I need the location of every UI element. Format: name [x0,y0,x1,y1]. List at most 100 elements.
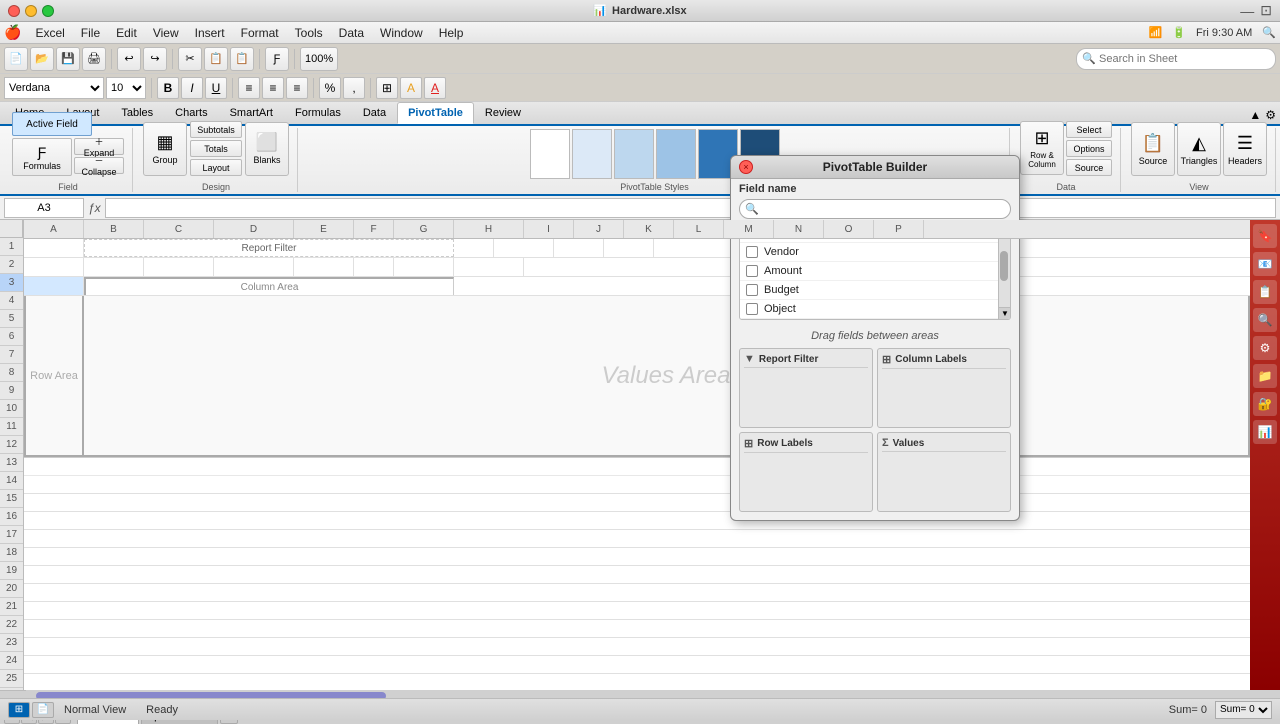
bold-btn[interactable]: B [157,77,179,99]
cell-a1[interactable] [24,239,84,257]
formula-btn[interactable]: Ƒ [265,47,289,71]
field-checkbox-object[interactable] [746,303,758,315]
col-header-h[interactable]: H [454,220,524,238]
col-header-j[interactable]: J [574,220,624,238]
col-header-n[interactable]: N [774,220,824,238]
sidebar-icon-4[interactable]: 🔍 [1253,308,1277,332]
sidebar-icon-2[interactable]: 📧 [1253,252,1277,276]
window-controls[interactable] [8,5,54,17]
redo-btn[interactable]: ↪ [143,47,167,71]
cell-d2[interactable] [214,258,294,276]
empty-cell[interactable] [24,458,1250,476]
underline-btn[interactable]: U [205,77,227,99]
menu-view[interactable]: View [145,24,187,42]
pivot-builder-close-btn[interactable]: × [739,160,753,174]
comma-btn[interactable]: , [343,77,365,99]
cell-a3[interactable] [24,277,84,295]
undo-btn[interactable]: ↩ [117,47,141,71]
menu-excel[interactable]: Excel [27,24,72,42]
cell-g2[interactable] [394,258,454,276]
expand-btn[interactable]: ＋ Expand [74,138,124,155]
headers-btn[interactable]: ☰ Headers [1223,122,1267,176]
sidebar-icon-8[interactable]: 📊 [1253,420,1277,444]
sidebar-icon-1[interactable]: 🔖 [1253,224,1277,248]
fullscreen-icon[interactable]: ⊡ [1260,2,1272,19]
pivot-builder-titlebar[interactable]: × PivotTable Builder [731,156,1019,179]
page-layout-btn[interactable]: 📄 [32,702,54,718]
style-4[interactable] [656,129,696,179]
pivot-search-input[interactable] [739,199,1011,219]
zoom-btn[interactable]: 100% [300,47,338,71]
name-box[interactable] [4,198,84,218]
cell-f2[interactable] [354,258,394,276]
border-btn[interactable]: ⊞ [376,77,398,99]
open-btn[interactable]: 📂 [30,47,54,71]
tab-pivottable[interactable]: PivotTable [397,102,474,124]
menu-help[interactable]: Help [431,24,472,42]
cell-b1[interactable]: Report Filter [84,239,454,257]
pivot-area-column-labels[interactable]: ⊞ Column Labels [877,348,1011,428]
menu-tools[interactable]: Tools [287,24,331,42]
cell-i1[interactable] [604,239,654,257]
group-btn[interactable]: ▦ Group [143,122,187,176]
layout-btn[interactable]: Layout [190,159,242,176]
italic-btn[interactable]: I [181,77,203,99]
col-header-c[interactable]: C [144,220,214,238]
cell-g1[interactable] [494,239,554,257]
row-column-btn[interactable]: ⊞ Row & Column [1020,121,1064,175]
spotlight-icon[interactable]: 🔍 [1262,26,1276,39]
scroll-down-btn[interactable]: ▼ [999,307,1011,319]
align-right-btn[interactable]: ≡ [286,77,308,99]
col-header-i[interactable]: I [524,220,574,238]
print-btn[interactable]: 🖨 [82,47,106,71]
col-header-a[interactable]: A [24,220,84,238]
align-center-btn[interactable]: ≡ [262,77,284,99]
select-btn[interactable]: Select [1066,121,1112,138]
fill-btn[interactable]: A [400,77,422,99]
new-btn[interactable]: 📄 [4,47,28,71]
blanks-btn[interactable]: ⬜ Blanks [245,122,289,176]
tab-review[interactable]: Review [474,102,532,124]
tab-formulas[interactable]: Formulas [284,102,352,124]
sidebar-icon-3[interactable]: 📋 [1253,280,1277,304]
font-size-select[interactable]: 10 [106,77,146,99]
save-btn[interactable]: 💾 [56,47,80,71]
formulas-btn[interactable]: Ƒ Formulas [12,138,72,176]
col-header-b[interactable]: B [84,220,144,238]
pivot-area-report-filter[interactable]: ▼ Report Filter [739,348,873,428]
active-field-btn[interactable]: Active Field [12,112,92,136]
col-header-k[interactable]: K [624,220,674,238]
col-header-p[interactable]: P [874,220,924,238]
normal-view-btn[interactable]: ⊞ [8,702,30,718]
menu-insert[interactable]: Insert [187,24,233,42]
collapse-btn[interactable]: － Collapse [74,157,124,174]
col-header-e[interactable]: E [294,220,354,238]
copy-btn[interactable]: 📋 [204,47,228,71]
cell-h2[interactable] [454,258,524,276]
pivot-area-values[interactable]: Σ Values [877,432,1011,512]
maximize-button[interactable] [42,5,54,17]
field-checkbox-amount[interactable] [746,265,758,277]
menu-file[interactable]: File [73,24,108,42]
paste-btn[interactable]: 📋 [230,47,254,71]
col-header-o[interactable]: O [824,220,874,238]
sum-type-select[interactable]: Sum= 0 [1215,701,1272,719]
sidebar-icon-5[interactable]: ⚙ [1253,336,1277,360]
col-header-l[interactable]: L [674,220,724,238]
style-2[interactable] [572,129,612,179]
cell-a2[interactable] [24,258,84,276]
cell-b3[interactable]: Column Area [84,277,454,295]
menu-format[interactable]: Format [233,24,287,42]
formula-input[interactable] [105,198,1276,218]
triangles-btn[interactable]: ◭ Triangles [1177,122,1221,176]
cell-e2[interactable] [294,258,354,276]
minimize-button[interactable] [25,5,37,17]
col-header-d[interactable]: D [214,220,294,238]
field-item-object[interactable]: Object [740,300,1010,319]
field-checkbox-vendor[interactable] [746,246,758,258]
col-header-f[interactable]: F [354,220,394,238]
style-1[interactable] [530,129,570,179]
percent-btn[interactable]: % [319,77,341,99]
font-color-btn[interactable]: A [424,77,446,99]
field-item-amount[interactable]: Amount [740,262,1010,281]
